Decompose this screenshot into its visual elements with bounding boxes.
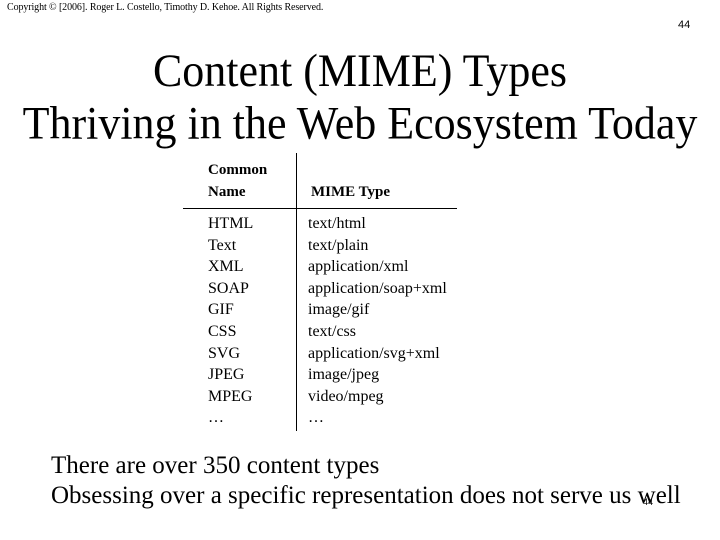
table-cell-mime-type: image/jpeg (308, 366, 380, 384)
table-cell-common-name: SOAP (208, 279, 249, 297)
bullet-item: There are over 350 content types (51, 452, 380, 479)
table-cell-mime-type: application/xml (308, 258, 409, 276)
table-header-divider (183, 208, 457, 209)
table-cell-common-name: CSS (208, 322, 237, 340)
table-cell-mime-type: image/gif (308, 301, 370, 319)
table-cell-mime-type: video/mpeg (308, 387, 384, 405)
header-mime-type: MIME Type (311, 184, 391, 200)
bullet-item: Obsessing over a specific representation… (51, 482, 681, 509)
bullet-list: There are over 350 content types Obsessi… (51, 451, 681, 511)
page-number-bottom: 44 (643, 497, 654, 507)
table-cell-mime-type: text/css (308, 322, 356, 340)
table-column-divider (296, 153, 297, 431)
table-cell-common-name: SVG (208, 344, 241, 362)
header-common-name-line-1: Common (208, 162, 268, 178)
table-cell-common-name: GIF (208, 301, 234, 319)
table-cell-common-name: JPEG (208, 366, 245, 384)
table-cell-mime-type: … (308, 409, 324, 427)
table-cell-common-name: XML (208, 258, 244, 276)
table-cell-mime-type: application/soap+xml (308, 279, 447, 297)
table-cell-mime-type: application/svg+xml (308, 344, 440, 362)
common-name-column: HTML Text XML SOAP GIF CSS SVG JPEG MPEG … (208, 213, 253, 429)
table-cell-common-name: Text (208, 236, 237, 254)
table-cell-common-name: HTML (208, 215, 254, 232)
mime-type-column: text/html text/plain application/xml applic… (308, 213, 447, 429)
table-cell-common-name: MPEG (208, 387, 253, 405)
header-common-name: Common Name (208, 159, 267, 203)
header-common-name-line-2: Name (208, 184, 246, 200)
table-cell-mime-type: text/plain (308, 236, 369, 254)
table-cell-mime-type: text/html (308, 215, 366, 232)
table-cell-common-name: … (208, 409, 224, 427)
